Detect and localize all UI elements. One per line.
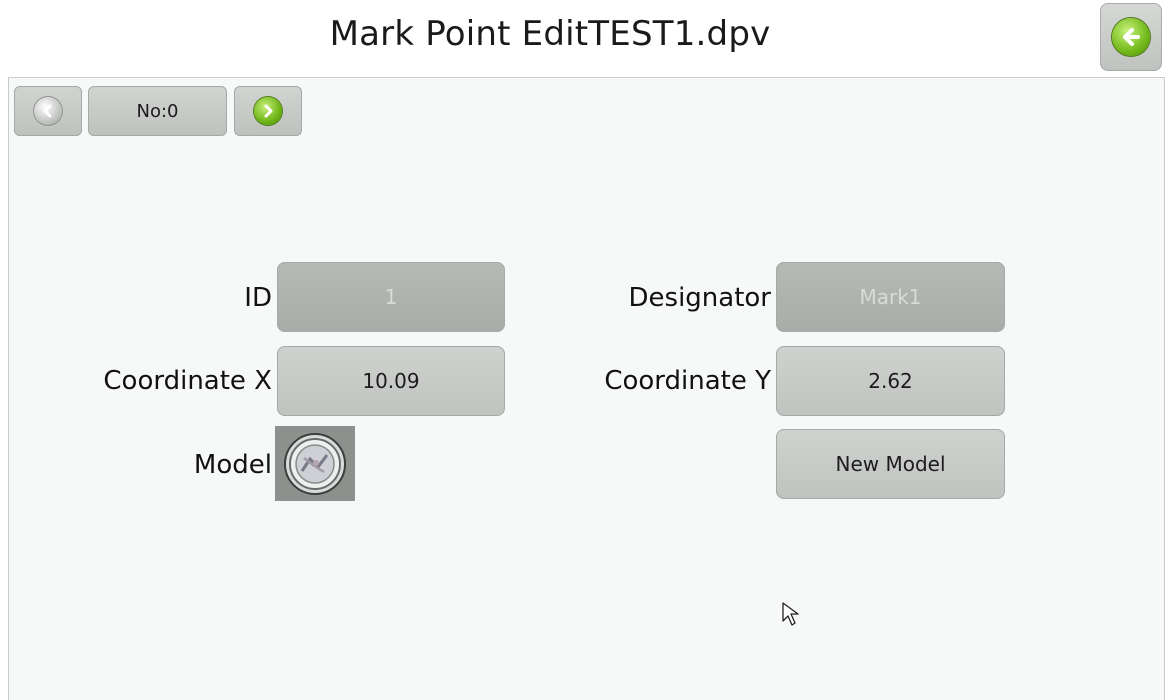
coordinate-x-label: Coordinate X	[103, 366, 272, 396]
chevron-left-icon	[34, 97, 62, 125]
coordinate-y-field[interactable]: 2.62	[776, 346, 1005, 416]
back-arrow-icon	[1112, 18, 1150, 56]
previous-button[interactable]	[14, 86, 82, 136]
chevron-right-icon	[254, 97, 282, 125]
next-button[interactable]	[234, 86, 302, 136]
coordinate-y-label: Coordinate Y	[604, 366, 771, 396]
designator-field: Mark1	[776, 262, 1005, 332]
point-index-button[interactable]: No:0	[88, 86, 227, 136]
coordinate-x-field[interactable]: 10.09	[277, 346, 505, 416]
new-model-button[interactable]: New Model	[776, 429, 1005, 499]
page-title: Mark Point EditTEST1.dpv	[329, 14, 771, 54]
mark-point-edit-screen: Mark Point EditTEST1.dpv No:0 ID 1 Desig…	[0, 0, 1165, 700]
model-label: Model	[193, 450, 272, 480]
fiducial-mark-image[interactable]	[275, 426, 355, 501]
id-label: ID	[244, 283, 272, 313]
back-button[interactable]	[1100, 3, 1162, 71]
designator-label: Designator	[628, 283, 772, 313]
mouse-cursor-icon	[781, 601, 805, 633]
id-field: 1	[277, 262, 505, 332]
